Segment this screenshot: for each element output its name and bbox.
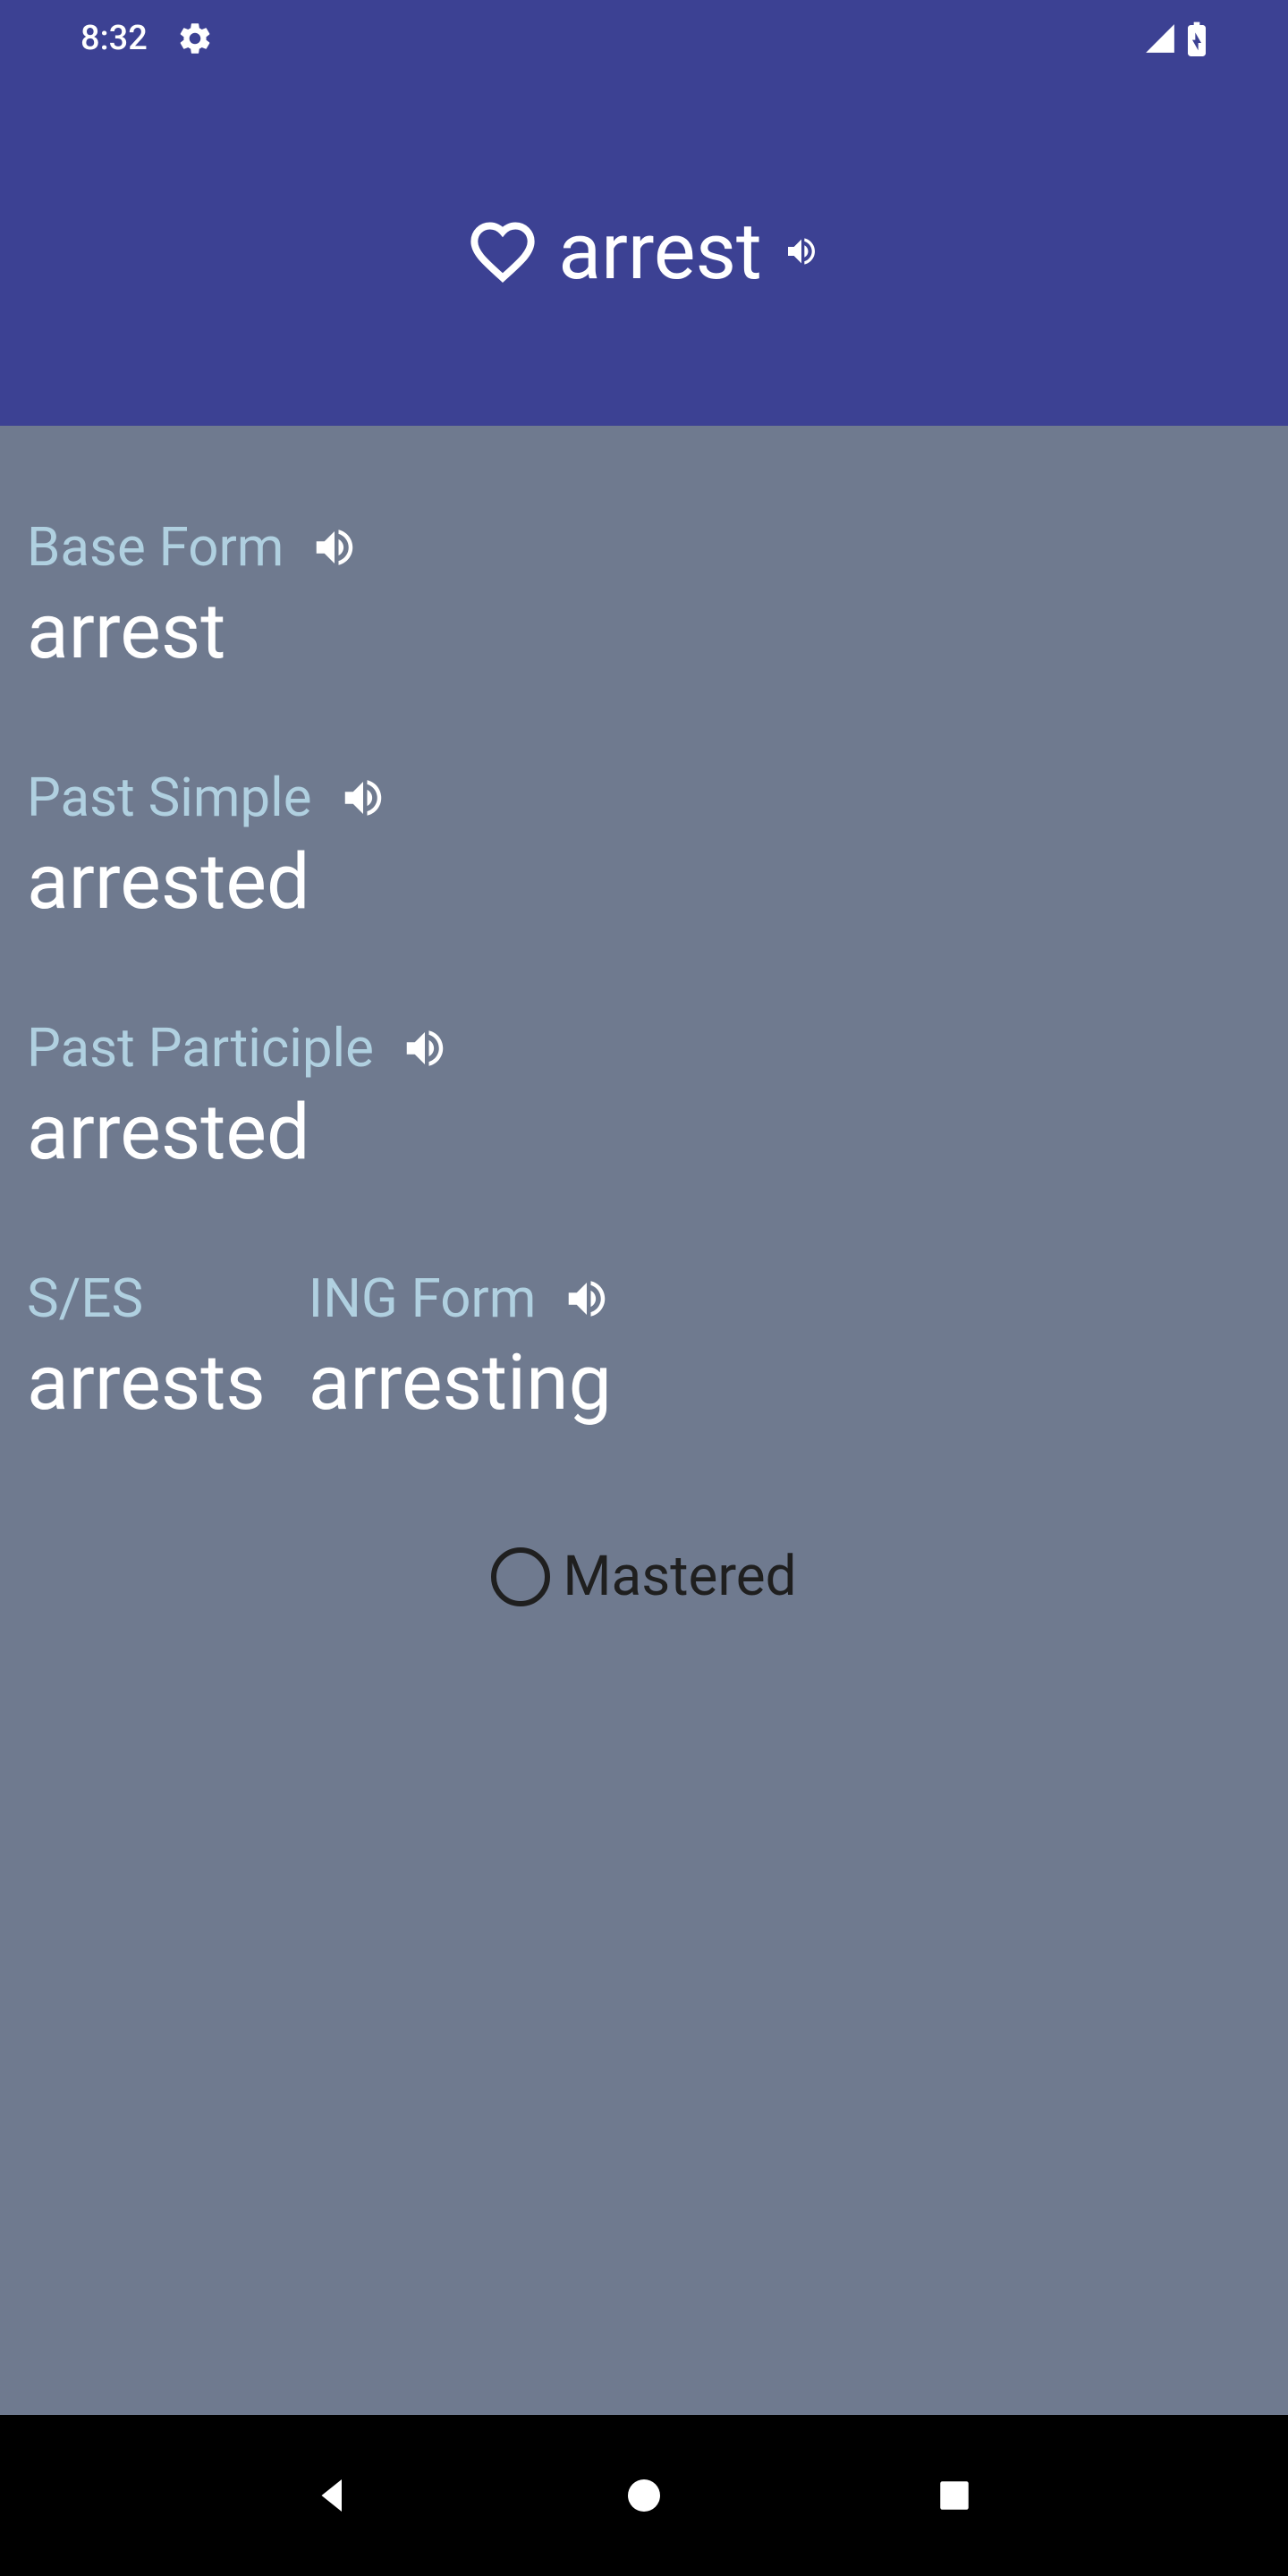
ing-section: ING Form arresting (309, 1267, 612, 1428)
past-participle-section: Past Participle arrested (27, 1016, 1261, 1177)
status-right (1143, 21, 1208, 56)
status-left: 8:32 (80, 19, 214, 58)
ing-label-row: ING Form (309, 1267, 612, 1330)
volume-icon[interactable] (784, 233, 819, 269)
status-time: 8:32 (80, 19, 148, 58)
ses-label: S/ES (27, 1267, 143, 1330)
gear-icon (176, 20, 214, 57)
status-bar: 8:32 (0, 0, 1288, 77)
base-form-section: Base Form arrest (27, 515, 1261, 676)
ses-value: arrests (27, 1337, 266, 1428)
volume-icon[interactable] (310, 523, 359, 572)
base-form-value: arrest (27, 586, 1261, 676)
header-word: arrest (558, 206, 762, 298)
past-participle-label: Past Participle (27, 1016, 374, 1080)
navigation-bar (0, 2415, 1288, 2576)
volume-icon[interactable] (563, 1275, 611, 1323)
recent-apps-button[interactable] (930, 2471, 979, 2520)
past-participle-label-row: Past Participle (27, 1016, 1261, 1080)
base-form-label-row: Base Form (27, 515, 1261, 579)
back-button[interactable] (309, 2471, 358, 2520)
mastered-row[interactable]: Mastered (27, 1544, 1261, 1609)
base-form-label: Base Form (27, 515, 284, 579)
radio-unchecked-icon[interactable] (491, 1547, 550, 1606)
past-simple-label: Past Simple (27, 766, 312, 829)
battery-icon (1186, 21, 1208, 56)
heart-icon[interactable] (469, 217, 537, 285)
header: arrest (0, 77, 1288, 426)
signal-icon (1143, 21, 1177, 55)
ses-section: S/ES arrests (27, 1267, 266, 1428)
volume-icon[interactable] (401, 1024, 449, 1072)
ses-ing-row: S/ES arrests ING Form arresting (27, 1267, 1261, 1428)
past-participle-value: arrested (27, 1087, 1261, 1177)
mastered-label: Mastered (563, 1544, 796, 1609)
past-simple-value: arrested (27, 836, 1261, 927)
past-simple-section: Past Simple arrested (27, 766, 1261, 927)
ing-value: arresting (309, 1337, 612, 1428)
ing-label: ING Form (309, 1267, 537, 1330)
past-simple-label-row: Past Simple (27, 766, 1261, 829)
content: Base Form arrest Past Simple arrested Pa… (0, 426, 1288, 1636)
volume-icon[interactable] (339, 774, 387, 822)
home-button[interactable] (620, 2471, 668, 2520)
ses-label-row: S/ES (27, 1267, 266, 1330)
